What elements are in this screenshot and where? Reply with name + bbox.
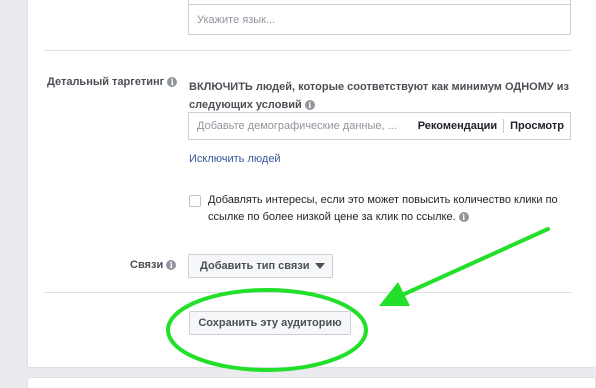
info-icon[interactable]: i (167, 77, 178, 87)
connections-label-text: Связи (130, 259, 164, 271)
targeting-search-placeholder: Добавьте демографические данные, ... (197, 120, 397, 132)
targeting-heading-text: ВКЛЮЧИТЬ людей, которые соответствуют ка… (189, 81, 570, 111)
expand-interests-label: Добавлять интересы, если это может повыс… (208, 192, 578, 226)
add-connection-type-label: Добавить тип связи (200, 260, 310, 272)
language-placeholder: Укажите язык... (197, 14, 276, 26)
expand-interests-text: Добавлять интересы, если это может повыс… (208, 194, 558, 223)
info-icon[interactable]: i (458, 212, 469, 222)
section-divider (44, 50, 571, 51)
targeting-search-input[interactable]: Добавьте демографические данные, ... Рек… (188, 112, 571, 140)
add-connection-type-dropdown[interactable]: Добавить тип связи (188, 254, 333, 278)
info-icon[interactable]: i (166, 260, 177, 270)
caret-down-icon (314, 263, 325, 269)
targeting-heading: ВКЛЮЧИТЬ людей, которые соответствуют ка… (189, 78, 574, 114)
detailed-targeting-label: Детальный таргетинг i (47, 76, 178, 88)
expand-interests-checkbox[interactable] (189, 195, 201, 207)
language-input[interactable]: Укажите язык... (188, 5, 571, 35)
section-divider (44, 292, 571, 293)
detailed-targeting-label-text: Детальный таргетинг (47, 76, 165, 88)
info-icon[interactable]: i (304, 100, 315, 110)
exclude-people-link[interactable]: Исключить людей (189, 153, 281, 165)
browse-link[interactable]: Просмотр (503, 119, 570, 133)
next-card (27, 377, 596, 388)
save-audience-button[interactable]: Сохранить эту аудиторию (189, 311, 351, 335)
audience-card: Укажите язык... Детальный таргетинг i ВКЛ… (27, 0, 596, 368)
connections-label: Связи i (130, 259, 177, 271)
recommendations-link[interactable]: Рекомендации (412, 119, 503, 133)
